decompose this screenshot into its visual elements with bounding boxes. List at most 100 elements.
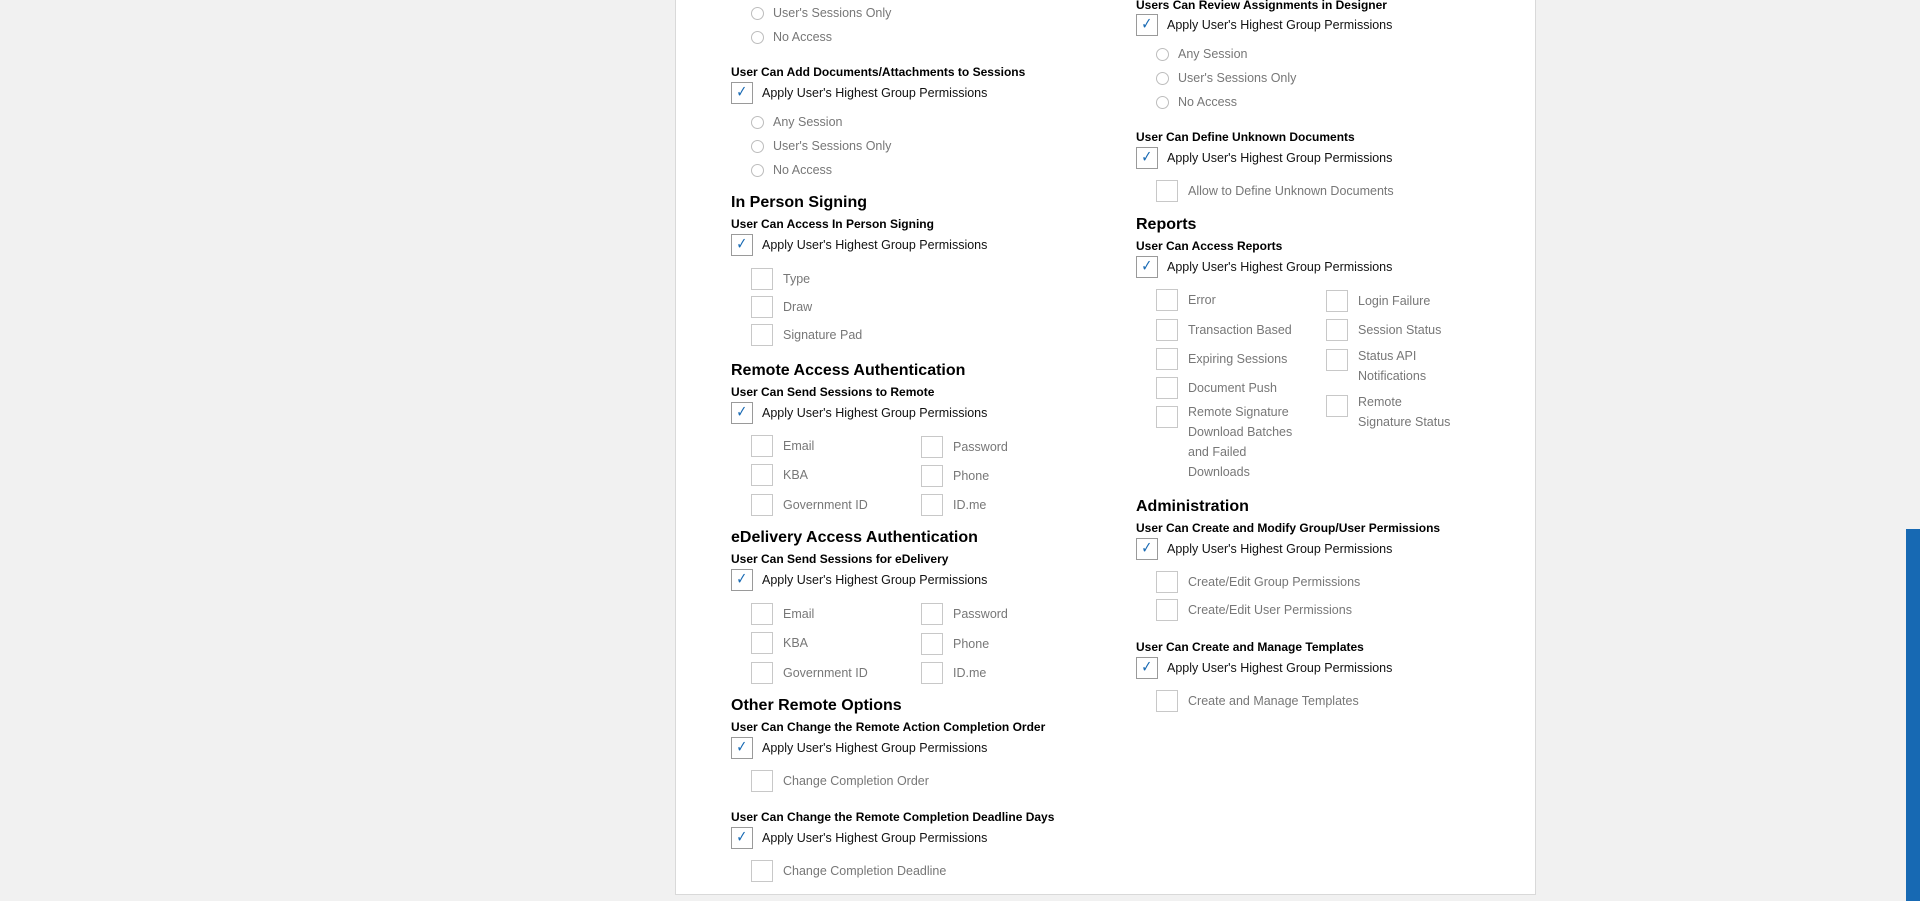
scrollbar-thumb[interactable] <box>1906 529 1920 901</box>
apply-checkbox[interactable]: ✓ <box>731 737 753 759</box>
option-checkbox[interactable] <box>751 435 773 457</box>
option-checkbox[interactable] <box>1156 348 1178 370</box>
option-change-completion-deadline[interactable]: Change Completion Deadline <box>751 860 946 882</box>
radio-users-sessions-only[interactable]: User's Sessions Only <box>1156 71 1296 85</box>
option-checkbox[interactable] <box>1156 599 1178 621</box>
radio-button[interactable] <box>751 139 764 153</box>
option-checkbox[interactable] <box>751 324 773 346</box>
unknown-docs-apply[interactable]: ✓ Apply User's Highest Group Permissions <box>1136 147 1392 169</box>
option-checkbox[interactable] <box>1156 406 1178 428</box>
option-checkbox[interactable] <box>751 662 773 684</box>
apply-checkbox[interactable]: ✓ <box>731 234 753 256</box>
option-checkbox[interactable] <box>921 494 943 516</box>
option-checkbox[interactable] <box>1326 319 1348 341</box>
option-checkbox[interactable] <box>751 603 773 625</box>
option-create-edit-group-permissions[interactable]: Create/Edit Group Permissions <box>1156 571 1360 593</box>
reports-apply[interactable]: ✓ Apply User's Highest Group Permissions <box>1136 256 1392 278</box>
apply-checkbox[interactable]: ✓ <box>1136 256 1158 278</box>
option-password[interactable]: Password <box>921 436 1008 458</box>
option-checkbox[interactable] <box>921 603 943 625</box>
option-checkbox[interactable] <box>1156 571 1178 593</box>
option-checkbox[interactable] <box>1326 395 1348 417</box>
option-checkbox[interactable] <box>751 860 773 882</box>
option-email[interactable]: Email <box>751 603 814 625</box>
apply-checkbox[interactable]: ✓ <box>1136 657 1158 679</box>
report-login-failure[interactable]: Login Failure <box>1326 290 1430 312</box>
radio-users-sessions-only[interactable]: User's Sessions Only <box>751 139 891 153</box>
option-create-manage-templates[interactable]: Create and Manage Templates <box>1156 690 1359 712</box>
radio-users-sessions-only[interactable]: User's Sessions Only <box>751 6 891 20</box>
apply-checkbox[interactable]: ✓ <box>731 827 753 849</box>
report-document-push[interactable]: Document Push <box>1156 377 1277 399</box>
templates-apply[interactable]: ✓ Apply User's Highest Group Permissions <box>1136 657 1392 679</box>
apply-checkbox[interactable]: ✓ <box>1136 538 1158 560</box>
option-checkbox[interactable] <box>751 632 773 654</box>
option-idme[interactable]: ID.me <box>921 662 986 684</box>
option-checkbox[interactable] <box>1156 690 1178 712</box>
option-phone[interactable]: Phone <box>921 465 989 487</box>
option-checkbox[interactable] <box>751 464 773 486</box>
option-email[interactable]: Email <box>751 435 814 457</box>
radio-button[interactable] <box>751 115 764 129</box>
radio-no-access[interactable]: No Access <box>751 30 832 44</box>
administration-apply[interactable]: ✓ Apply User's Highest Group Permissions <box>1136 538 1392 560</box>
option-checkbox[interactable] <box>921 436 943 458</box>
radio-button[interactable] <box>751 6 764 20</box>
option-checkbox[interactable] <box>751 494 773 516</box>
deadline-apply[interactable]: ✓ Apply User's Highest Group Permissions <box>731 827 987 849</box>
remote-auth-apply[interactable]: ✓ Apply User's Highest Group Permissions <box>731 402 987 424</box>
option-government-id[interactable]: Government ID <box>751 662 868 684</box>
option-signature-pad[interactable]: Signature Pad <box>751 324 862 346</box>
apply-checkbox[interactable]: ✓ <box>1136 147 1158 169</box>
report-expiring-sessions[interactable]: Expiring Sessions <box>1156 348 1287 370</box>
radio-button[interactable] <box>1156 71 1169 85</box>
report-remote-signature-download[interactable]: Remote Signature Download Batches and Fa… <box>1156 405 1298 482</box>
option-password[interactable]: Password <box>921 603 1008 625</box>
option-checkbox[interactable] <box>1326 290 1348 312</box>
option-allow-define-unknown-documents[interactable]: Allow to Define Unknown Documents <box>1156 180 1394 202</box>
option-checkbox[interactable] <box>751 770 773 792</box>
option-checkbox[interactable] <box>1156 377 1178 399</box>
apply-checkbox[interactable]: ✓ <box>731 569 753 591</box>
option-kba[interactable]: KBA <box>751 464 808 486</box>
option-checkbox[interactable] <box>751 296 773 318</box>
completion-order-apply[interactable]: ✓ Apply User's Highest Group Permissions <box>731 737 987 759</box>
radio-no-access[interactable]: No Access <box>751 163 832 177</box>
option-checkbox[interactable] <box>1156 319 1178 341</box>
apply-checkbox[interactable]: ✓ <box>1136 14 1158 36</box>
apply-checkbox[interactable]: ✓ <box>731 82 753 104</box>
radio-no-access[interactable]: No Access <box>1156 95 1237 109</box>
option-idme[interactable]: ID.me <box>921 494 986 516</box>
report-status-api-notifications[interactable]: Status API Notifications <box>1326 349 1458 386</box>
option-type[interactable]: Type <box>751 268 810 290</box>
option-checkbox[interactable] <box>1156 289 1178 311</box>
option-create-edit-user-permissions[interactable]: Create/Edit User Permissions <box>1156 599 1352 621</box>
option-checkbox[interactable] <box>921 662 943 684</box>
option-draw[interactable]: Draw <box>751 296 812 318</box>
review-assignments-apply[interactable]: ✓ Apply User's Highest Group Permissions <box>1136 14 1392 36</box>
apply-checkbox[interactable]: ✓ <box>731 402 753 424</box>
radio-any-session[interactable]: Any Session <box>751 115 842 129</box>
option-change-completion-order[interactable]: Change Completion Order <box>751 770 929 792</box>
option-checkbox[interactable] <box>921 465 943 487</box>
radio-button[interactable] <box>751 163 764 177</box>
radio-button[interactable] <box>1156 95 1169 109</box>
option-checkbox[interactable] <box>751 268 773 290</box>
option-checkbox[interactable] <box>921 633 943 655</box>
radio-button[interactable] <box>1156 47 1169 61</box>
radio-any-session[interactable]: Any Session <box>1156 47 1247 61</box>
edelivery-apply[interactable]: ✓ Apply User's Highest Group Permissions <box>731 569 987 591</box>
option-checkbox[interactable] <box>1326 349 1348 371</box>
report-transaction-based[interactable]: Transaction Based <box>1156 319 1292 341</box>
report-error[interactable]: Error <box>1156 289 1216 311</box>
radio-button[interactable] <box>751 30 764 44</box>
add-documents-apply[interactable]: ✓ Apply User's Highest Group Permissions <box>731 82 987 104</box>
report-session-status[interactable]: Session Status <box>1326 319 1441 341</box>
option-checkbox[interactable] <box>1156 180 1178 202</box>
report-remote-signature-status[interactable]: Remote Signature Status <box>1326 395 1458 432</box>
option-phone[interactable]: Phone <box>921 633 989 655</box>
in-person-apply[interactable]: ✓ Apply User's Highest Group Permissions <box>731 234 987 256</box>
radio-label: User's Sessions Only <box>773 6 892 20</box>
option-government-id[interactable]: Government ID <box>751 494 868 516</box>
option-kba[interactable]: KBA <box>751 632 808 654</box>
